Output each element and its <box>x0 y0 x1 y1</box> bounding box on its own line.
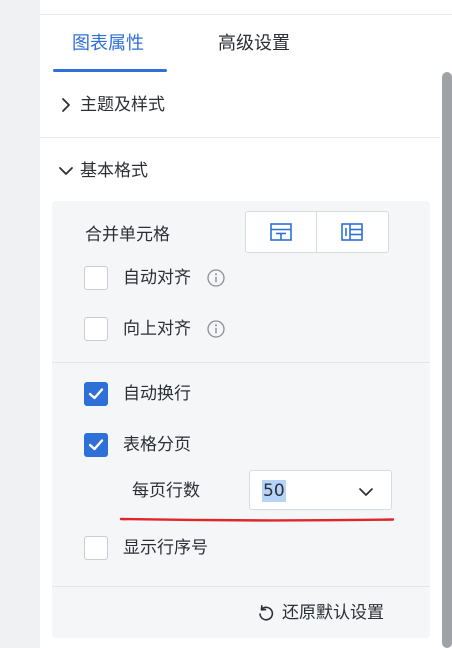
basic-format-body: 合并单元格 自动对齐 向上对齐 自动换行 表格分页 每页行数 50 显示行序号 … <box>52 201 430 638</box>
auto-align-label: 自动对齐 <box>123 268 191 288</box>
reset-defaults-label: 还原默认设置 <box>282 603 384 623</box>
tab-bar: 图表属性 高级设置 <box>40 14 452 72</box>
checkmark-icon <box>88 388 104 400</box>
align-top-label: 向上对齐 <box>123 319 191 339</box>
merge-columns-button[interactable] <box>317 212 387 252</box>
chart-properties-panel: 图表属性 高级设置 主题及样式 基本格式 合并单元格 自动对齐 向上对齐 自动换… <box>40 0 452 648</box>
table-paging-label: 表格分页 <box>123 435 191 455</box>
chevron-right-icon <box>62 98 70 112</box>
section-divider <box>40 137 440 138</box>
rows-per-page-value: 50 <box>262 480 286 502</box>
show-row-number-label: 显示行序号 <box>123 538 208 558</box>
tab-chart-properties[interactable]: 图表属性 <box>72 32 144 56</box>
footer-divider <box>52 586 430 587</box>
options-divider <box>52 362 430 363</box>
section-basic-format[interactable]: 基本格式 <box>40 155 440 187</box>
align-top-checkbox[interactable] <box>84 317 108 341</box>
merge-cells-label: 合并单元格 <box>85 225 170 245</box>
scrollbar[interactable] <box>442 72 452 648</box>
rows-per-page-select[interactable]: 50 <box>249 470 392 510</box>
auto-wrap-checkbox[interactable] <box>84 382 108 406</box>
chevron-down-icon <box>59 167 73 175</box>
merge-cells-toggle-group <box>245 211 389 253</box>
chevron-down-icon <box>359 488 373 496</box>
merge-rows-button[interactable] <box>246 212 317 252</box>
checkmark-icon <box>88 439 104 451</box>
auto-wrap-label: 自动换行 <box>123 384 191 404</box>
section-theme-label: 主题及样式 <box>80 95 165 115</box>
merge-columns-icon <box>341 223 363 241</box>
rows-per-page-label: 每页行数 <box>132 481 200 501</box>
section-basic-label: 基本格式 <box>80 161 148 181</box>
show-row-number-checkbox[interactable] <box>84 536 108 560</box>
tab-advanced-settings[interactable]: 高级设置 <box>218 32 290 56</box>
undo-icon <box>259 605 274 621</box>
info-icon[interactable] <box>207 320 225 338</box>
info-icon[interactable] <box>207 269 225 287</box>
table-paging-checkbox[interactable] <box>84 433 108 457</box>
merge-rows-icon <box>270 223 292 241</box>
active-tab-indicator <box>53 69 167 72</box>
red-annotation-underline <box>120 517 394 522</box>
auto-align-checkbox[interactable] <box>84 266 108 290</box>
section-theme-style[interactable]: 主题及样式 <box>40 89 440 121</box>
